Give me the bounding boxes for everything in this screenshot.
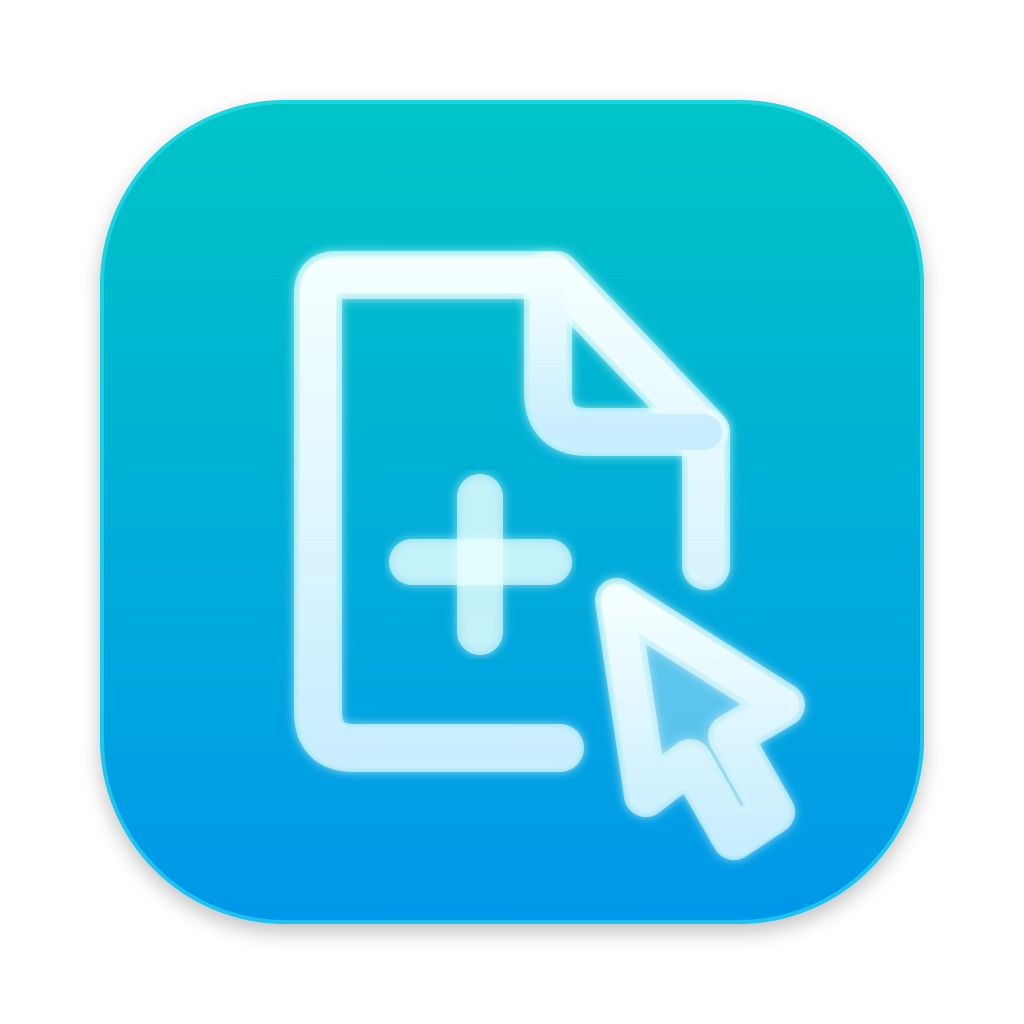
app-icon[interactable] — [0, 0, 1024, 1024]
icon-background — [100, 100, 924, 924]
canvas — [0, 0, 1024, 1024]
